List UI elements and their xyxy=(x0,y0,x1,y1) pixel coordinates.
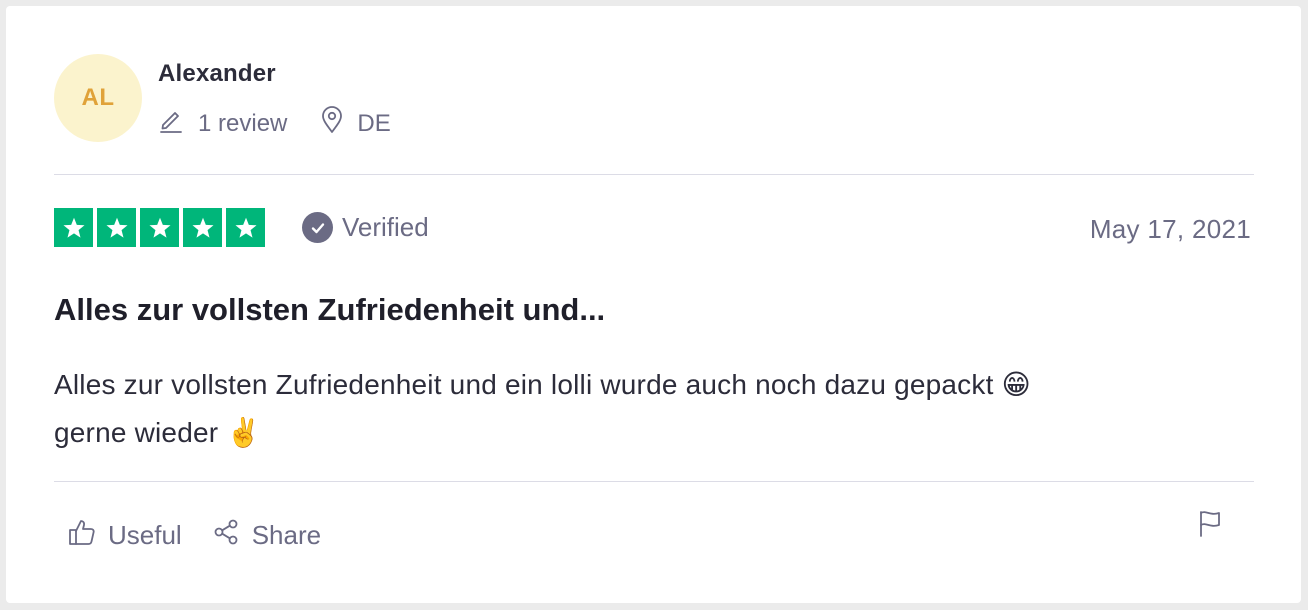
avatar-initials: AL xyxy=(81,84,115,111)
star-icon xyxy=(140,208,179,247)
divider-bottom xyxy=(54,481,1254,482)
country-label: DE xyxy=(357,109,391,137)
star-rating xyxy=(54,208,265,247)
flag-icon xyxy=(1197,511,1223,541)
checkmark-icon xyxy=(302,212,333,243)
review-body-line: Alles zur vollsten Zufriedenheit und ein… xyxy=(54,369,1031,400)
star-icon xyxy=(226,208,265,247)
reviewer-meta: 1 review DE xyxy=(158,106,391,141)
reviewer-name[interactable]: Alexander xyxy=(158,60,276,88)
review-card: AL Alexander 1 review DE Verified May 17… xyxy=(6,6,1301,603)
thumbs-up-icon xyxy=(68,518,108,553)
review-date: May 17, 2021 xyxy=(1089,214,1251,244)
share-button[interactable]: Share xyxy=(212,518,321,553)
pencil-icon xyxy=(158,107,198,140)
location-pin-icon xyxy=(321,106,357,141)
avatar[interactable]: AL xyxy=(54,54,142,142)
review-body-line: gerne wieder ✌️ xyxy=(54,417,262,448)
verified-label: Verified xyxy=(342,212,429,242)
review-actions: Useful Share xyxy=(68,518,321,553)
country: DE xyxy=(321,106,391,141)
review-title[interactable]: Alles zur vollsten Zufriedenheit und... xyxy=(54,292,605,328)
useful-button[interactable]: Useful xyxy=(68,518,182,553)
useful-label: Useful xyxy=(108,520,182,550)
star-icon xyxy=(54,208,93,247)
share-label: Share xyxy=(251,520,322,550)
verified-badge[interactable]: Verified xyxy=(302,212,429,243)
star-icon xyxy=(97,208,136,247)
review-count-label: 1 review xyxy=(198,109,288,137)
review-count: 1 review xyxy=(158,107,287,140)
review-body: Alles zur vollsten Zufriedenheit und ein… xyxy=(54,361,1254,457)
divider-top xyxy=(54,174,1254,175)
report-flag-button[interactable] xyxy=(1197,509,1223,542)
share-icon xyxy=(212,518,252,553)
star-icon xyxy=(183,208,222,247)
